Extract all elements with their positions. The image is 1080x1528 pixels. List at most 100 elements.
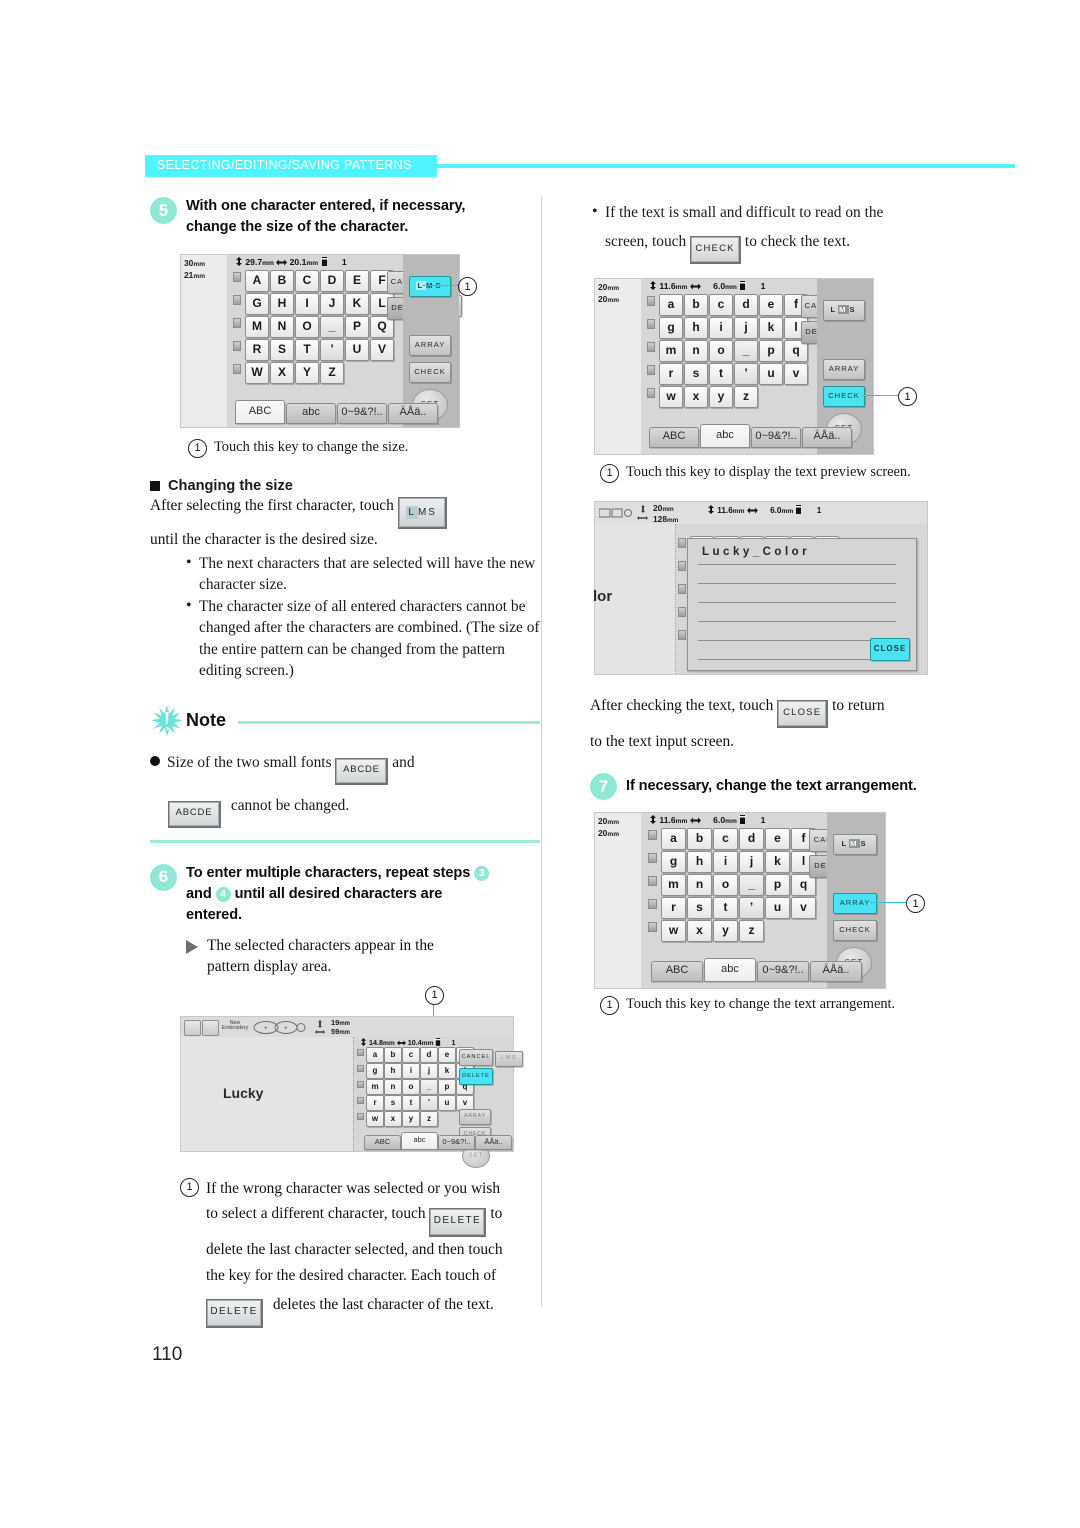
scroll-tick[interactable] xyxy=(357,1048,364,1057)
key-h[interactable]: h xyxy=(384,1062,402,1079)
scroll-tick[interactable] xyxy=(646,296,656,307)
key-g[interactable]: g xyxy=(366,1062,384,1079)
key-t[interactable]: t xyxy=(713,897,738,919)
lms-size-button[interactable]: LMS xyxy=(409,276,451,297)
tab-09[interactable]: 0~9&?!.. xyxy=(438,1134,475,1150)
key-u[interactable]: u xyxy=(759,363,783,385)
key-a[interactable]: a xyxy=(366,1046,384,1063)
key-b[interactable]: b xyxy=(384,1046,402,1063)
key-m[interactable]: m xyxy=(661,874,686,896)
key-A[interactable]: A xyxy=(245,270,269,292)
key-g[interactable]: g xyxy=(661,851,686,873)
key-apostrophe[interactable]: ’ xyxy=(320,339,344,361)
key-underscore[interactable]: _ xyxy=(734,340,758,362)
tab-abc[interactable]: abc xyxy=(401,1131,438,1150)
tab-[interactable]: ÄÅä.. xyxy=(810,961,862,982)
key-w[interactable]: w xyxy=(659,386,683,408)
key-v[interactable]: v xyxy=(791,897,816,919)
scroll-tick[interactable] xyxy=(646,342,656,353)
key-d[interactable]: d xyxy=(739,828,764,850)
key-Y[interactable]: Y xyxy=(295,362,319,384)
scroll-tick[interactable] xyxy=(648,899,657,910)
key-underscore[interactable]: _ xyxy=(320,316,344,338)
key-C[interactable]: C xyxy=(295,270,319,292)
key-r[interactable]: r xyxy=(661,897,686,919)
key-V[interactable]: V xyxy=(370,339,394,361)
scroll-tick[interactable] xyxy=(357,1096,364,1105)
key-n[interactable]: n xyxy=(384,1078,402,1095)
key-O[interactable]: O xyxy=(295,316,319,338)
tab-09[interactable]: 0~9&?!.. xyxy=(337,403,387,424)
tab-[interactable]: ÄÅä.. xyxy=(388,403,438,424)
key-i[interactable]: i xyxy=(709,317,733,339)
scroll-tick[interactable] xyxy=(646,365,656,376)
key-d[interactable]: d xyxy=(420,1046,438,1063)
key-N[interactable]: N xyxy=(270,316,294,338)
lms-chip[interactable]: L MS xyxy=(397,497,447,529)
key-s[interactable]: s xyxy=(687,897,712,919)
scroll-tick[interactable] xyxy=(357,1080,364,1089)
scroll-tick[interactable] xyxy=(357,1064,364,1073)
abcde-chip-1[interactable]: ABCDE xyxy=(335,757,389,785)
tab-abc[interactable]: ABC xyxy=(649,427,699,448)
key-w[interactable]: w xyxy=(366,1110,384,1127)
scroll-tick[interactable] xyxy=(232,318,242,329)
key-t[interactable]: t xyxy=(709,363,733,385)
scroll-tick[interactable] xyxy=(232,295,242,306)
key-H[interactable]: H xyxy=(270,293,294,315)
scroll-tick[interactable] xyxy=(677,561,687,572)
key-B[interactable]: B xyxy=(270,270,294,292)
scroll-tick[interactable] xyxy=(648,853,657,864)
key-k[interactable]: k xyxy=(438,1062,456,1079)
key-n[interactable]: n xyxy=(684,340,708,362)
array-button-3[interactable]: ARRAY xyxy=(823,359,865,380)
close-chip[interactable]: CLOSE xyxy=(777,700,829,728)
key-apostrophe[interactable]: ’ xyxy=(734,363,758,385)
key-S[interactable]: S xyxy=(270,339,294,361)
key-x[interactable]: x xyxy=(687,920,712,942)
tab-abc[interactable]: abc xyxy=(286,403,336,424)
key-apostrophe[interactable]: ’ xyxy=(739,897,764,919)
key-b[interactable]: b xyxy=(684,294,708,316)
key-c[interactable]: c xyxy=(709,294,733,316)
key-z[interactable]: z xyxy=(734,386,758,408)
key-g[interactable]: g xyxy=(659,317,683,339)
key-s[interactable]: s xyxy=(384,1094,402,1111)
tab-abc[interactable]: abc xyxy=(704,958,756,982)
key-p[interactable]: p xyxy=(765,874,790,896)
key-U[interactable]: U xyxy=(345,339,369,361)
delete-chip-1[interactable]: DELETE xyxy=(429,1208,487,1237)
key-apostrophe[interactable]: ’ xyxy=(420,1094,438,1111)
scroll-tick[interactable] xyxy=(232,341,242,352)
scroll-tick[interactable] xyxy=(646,319,656,330)
key-T[interactable]: T xyxy=(295,339,319,361)
scroll-tick[interactable] xyxy=(232,272,242,283)
key-x[interactable]: x xyxy=(384,1110,402,1127)
key-n[interactable]: n xyxy=(687,874,712,896)
key-c[interactable]: c xyxy=(713,828,738,850)
scroll-tick[interactable] xyxy=(677,630,687,641)
scroll-tick[interactable] xyxy=(232,364,242,375)
lms-size-button-5[interactable]: LMS xyxy=(833,834,877,855)
delete-chip-2[interactable]: DELETE xyxy=(206,1299,263,1328)
key-p[interactable]: p xyxy=(438,1078,456,1095)
key-u[interactable]: u xyxy=(438,1094,456,1111)
scroll-tick[interactable] xyxy=(648,830,657,841)
close-button[interactable]: CLOSE xyxy=(870,638,910,661)
scroll-tick[interactable] xyxy=(648,876,657,887)
key-b[interactable]: b xyxy=(687,828,712,850)
key-M[interactable]: M xyxy=(245,316,269,338)
tab-[interactable]: ÄÅä.. xyxy=(802,427,852,448)
key-K[interactable]: K xyxy=(345,293,369,315)
tab-abc[interactable]: ABC xyxy=(235,400,285,424)
array-button-5[interactable]: ARRAY xyxy=(833,893,877,914)
key-r[interactable]: r xyxy=(659,363,683,385)
scroll-tick[interactable] xyxy=(648,922,657,933)
key-i[interactable]: i xyxy=(402,1062,420,1079)
key-a[interactable]: a xyxy=(661,828,686,850)
tab-abc[interactable]: ABC xyxy=(364,1134,401,1150)
key-k[interactable]: k xyxy=(765,851,790,873)
scroll-tick[interactable] xyxy=(677,538,687,549)
key-w[interactable]: w xyxy=(661,920,686,942)
key-G[interactable]: G xyxy=(245,293,269,315)
